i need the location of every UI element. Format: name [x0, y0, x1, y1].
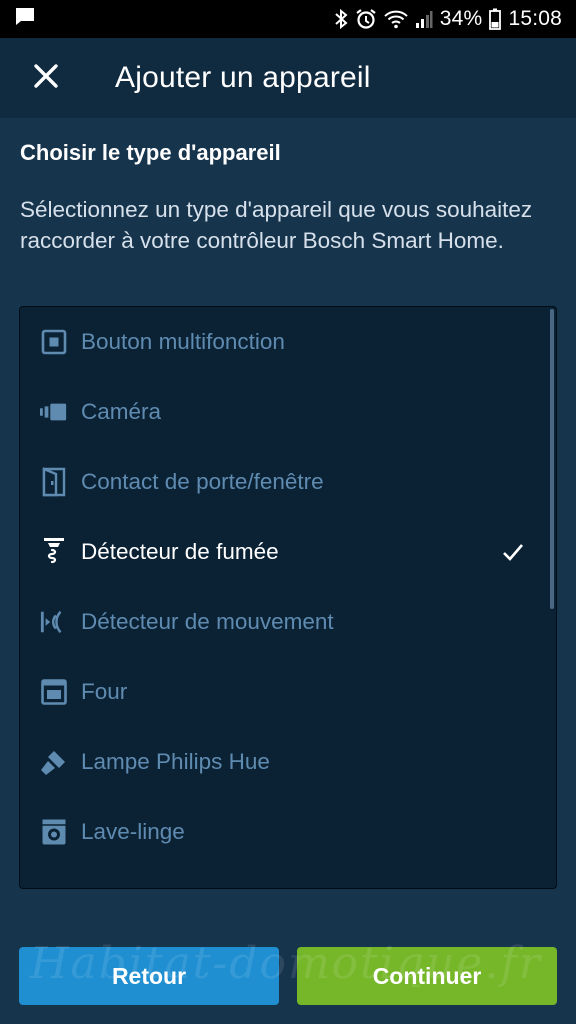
- washing-machine-icon: [40, 818, 68, 846]
- message-icon: [14, 7, 36, 32]
- back-button[interactable]: Retour: [19, 947, 279, 1005]
- item-label: Lave-linge: [81, 819, 185, 844]
- section-title: Choisir le type d'appareil: [20, 140, 281, 165]
- list-item-philips-hue-lamp[interactable]: Lampe Philips Hue: [20, 727, 540, 797]
- list-item-smoke-detector[interactable]: Détecteur de fumée: [20, 517, 540, 587]
- list-item-door-window-contact[interactable]: Contact de porte/fenêtre: [20, 447, 540, 517]
- oven-icon: [40, 678, 68, 706]
- clock: 15:08: [508, 7, 562, 30]
- close-button[interactable]: [24, 56, 68, 100]
- list-item-washing-machine[interactable]: Lave-linge: [20, 797, 540, 867]
- page-title: Ajouter un appareil: [115, 61, 371, 94]
- multifunction-button-icon: [40, 328, 68, 356]
- section-description: Sélectionnez un type d'appareil que vous…: [20, 197, 533, 253]
- item-label: Détecteur de mouvement: [81, 609, 334, 634]
- item-label: Détecteur de fumée: [81, 539, 279, 564]
- close-icon: [33, 63, 59, 94]
- camera-icon: [40, 398, 68, 426]
- motion-detector-icon: [40, 608, 68, 636]
- app-bar: Ajouter un appareil: [0, 38, 576, 118]
- device-type-list[interactable]: Bouton multifonction Caméra Contact de p…: [19, 306, 557, 889]
- battery-icon: [489, 8, 502, 30]
- item-label: Four: [81, 679, 128, 704]
- lamp-icon: [40, 748, 68, 776]
- battery-percent: 34%: [439, 7, 483, 30]
- item-label: Contact de porte/fenêtre: [81, 469, 324, 494]
- continue-button[interactable]: Continuer: [297, 947, 557, 1005]
- item-label: Bouton multifonction: [81, 329, 285, 354]
- item-label: Caméra: [81, 399, 162, 424]
- item-label: Lampe Philips Hue: [81, 749, 270, 774]
- list-item-camera[interactable]: Caméra: [20, 377, 540, 447]
- signal-icon: [415, 9, 433, 29]
- wifi-icon: [384, 9, 408, 29]
- door-window-contact-icon: [40, 467, 68, 497]
- list-item-multifunction-button[interactable]: Bouton multifonction: [20, 307, 540, 377]
- status-bar: 34% 15:08: [0, 0, 576, 38]
- checkmark-icon: [502, 541, 524, 563]
- bluetooth-icon: [334, 8, 348, 30]
- alarm-icon: [355, 8, 377, 30]
- list-item-oven[interactable]: Four: [20, 657, 540, 727]
- list-scrollbar[interactable]: [550, 309, 554, 609]
- list-item-motion-detector[interactable]: Détecteur de mouvement: [20, 587, 540, 657]
- smoke-detector-icon: [40, 538, 68, 566]
